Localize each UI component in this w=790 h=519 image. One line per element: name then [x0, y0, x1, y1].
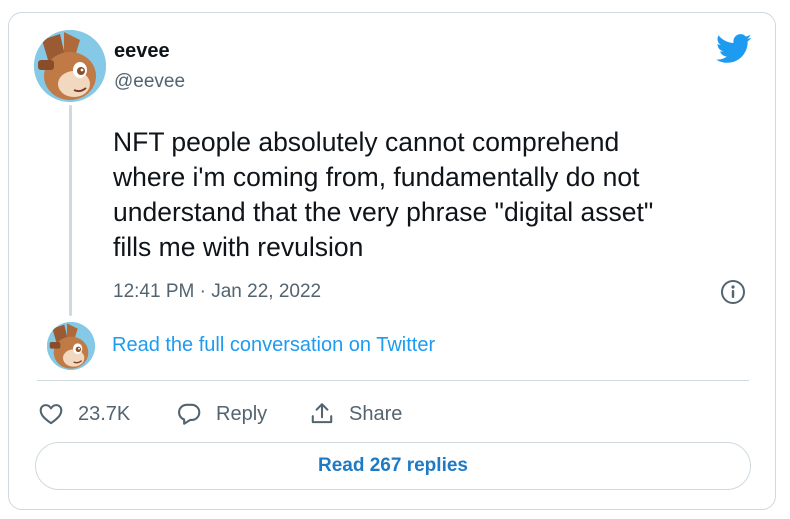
reply-label: Reply	[216, 402, 268, 425]
tweet-embed-card: eevee @eevee NFT people absolutely canno…	[8, 12, 776, 510]
thread-connector-line	[69, 105, 72, 316]
heart-icon	[39, 404, 63, 425]
tweet-text: NFT people absolutely cannot comprehend …	[113, 127, 654, 262]
read-full-conversation-link[interactable]: Read the full conversation on Twitter	[112, 334, 435, 357]
conversation-avatar[interactable]	[47, 322, 95, 370]
like-button[interactable]: 23.7K	[38, 401, 130, 427]
author-handle[interactable]: @eevee	[114, 71, 185, 93]
like-count: 23.7K	[78, 402, 131, 425]
share-label: Share	[349, 402, 403, 425]
share-button[interactable]: Share	[309, 401, 402, 427]
tweet-timestamp[interactable]: 12:41 PM · Jan 22, 2022	[113, 281, 321, 303]
fox-avatar-image	[34, 30, 106, 102]
speech-bubble-icon	[178, 403, 201, 425]
read-replies-button[interactable]: Read 267 replies	[35, 442, 751, 490]
info-icon[interactable]	[720, 279, 746, 305]
share-upload-icon	[311, 403, 333, 424]
twitter-bird-icon[interactable]	[716, 34, 752, 64]
reply-button[interactable]: Reply	[176, 401, 267, 427]
author-avatar[interactable]	[34, 30, 106, 102]
divider	[37, 380, 749, 381]
author-display-name[interactable]: eevee	[114, 40, 170, 63]
fox-avatar-image	[47, 322, 95, 370]
